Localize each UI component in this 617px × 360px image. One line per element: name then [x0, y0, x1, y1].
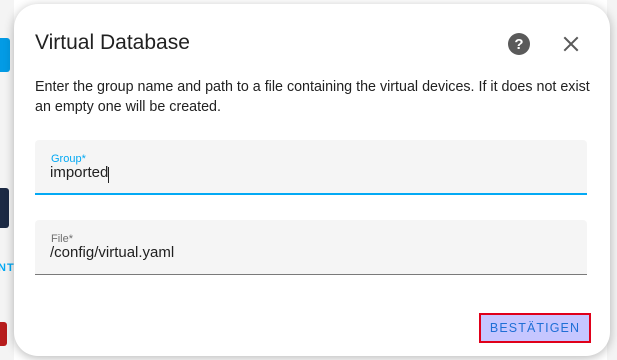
background-button [0, 38, 10, 72]
text-caret [108, 167, 109, 183]
file-input[interactable] [50, 244, 570, 261]
group-input[interactable] [50, 164, 570, 181]
confirm-button[interactable]: BESTÄTIGEN [479, 313, 591, 343]
dialog-description: Enter the group name and path to a file … [35, 79, 590, 115]
file-field[interactable]: File* [35, 220, 587, 275]
background-label: NT [0, 262, 15, 274]
virtual-database-dialog: Virtual Database ? Enter the group name … [14, 4, 610, 356]
background-device-icon [0, 188, 9, 228]
background-badge-icon [0, 322, 7, 346]
help-icon[interactable]: ? [508, 33, 530, 55]
dialog-title: Virtual Database [35, 31, 190, 54]
close-icon[interactable] [559, 32, 583, 56]
group-field[interactable]: Group* [35, 140, 587, 195]
background-app-sidebar: NT [0, 0, 14, 360]
